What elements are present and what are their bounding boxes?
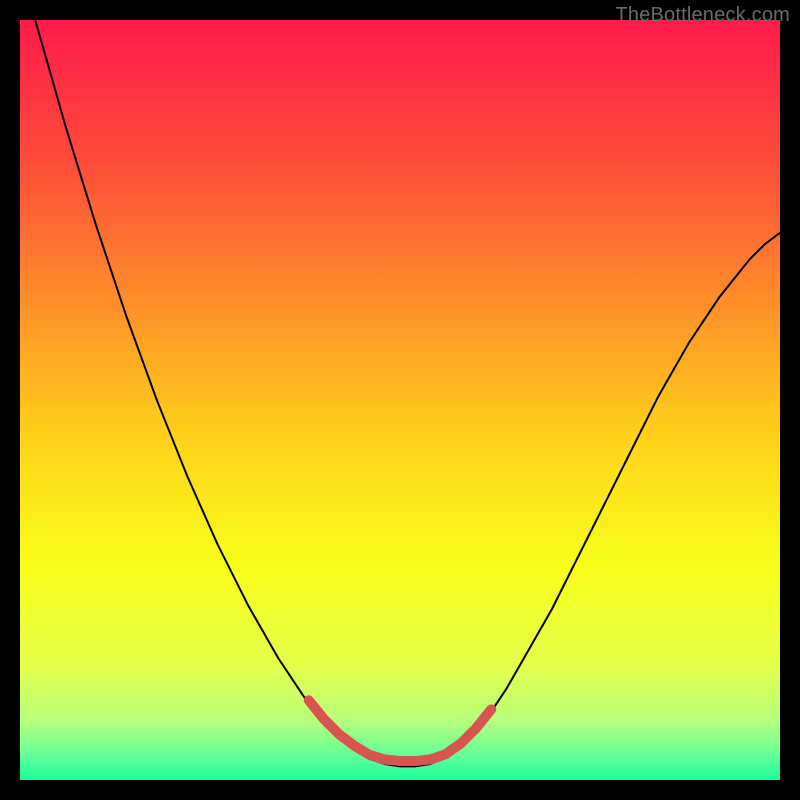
chart-svg (20, 20, 780, 780)
gradient-background (20, 20, 780, 780)
watermark-text: TheBottleneck.com (615, 4, 790, 27)
plot-area (20, 20, 780, 780)
chart-frame: TheBottleneck.com (0, 0, 800, 800)
